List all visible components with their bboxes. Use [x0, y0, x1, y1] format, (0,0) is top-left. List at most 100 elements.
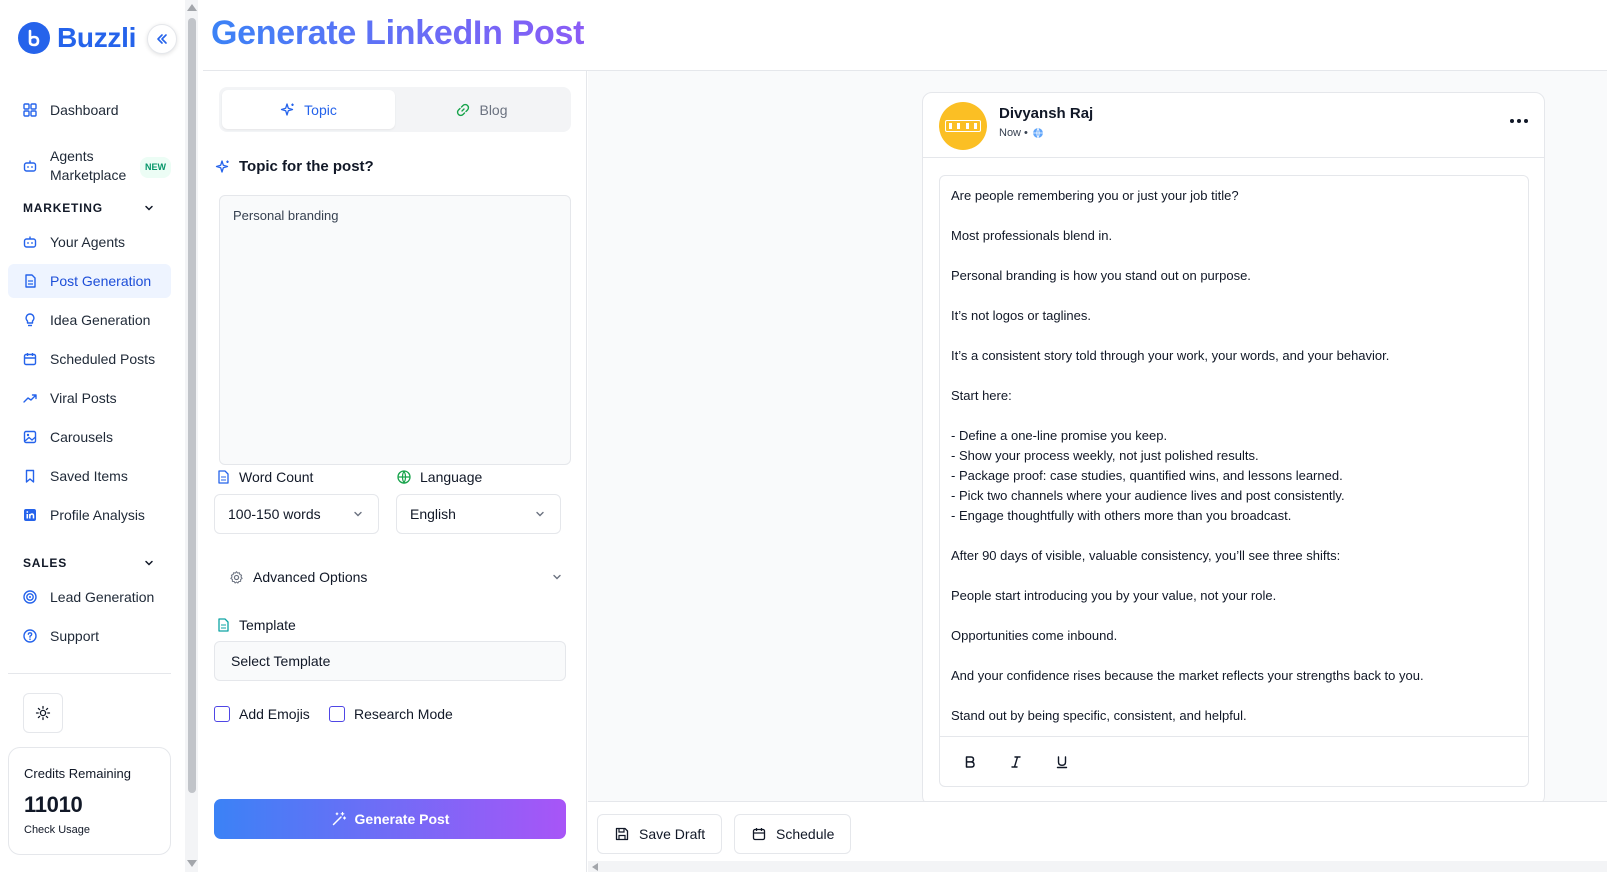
post-line: It’s a consistent story told through you… [951, 348, 1390, 363]
template-value: Select Template [231, 653, 331, 669]
post-line: After 90 days of visible, valuable consi… [951, 548, 1341, 563]
sidebar-item-your-agents[interactable]: Your Agents [8, 225, 171, 259]
italic-button[interactable] [1006, 752, 1026, 772]
language-value: English [410, 506, 456, 522]
post-line: And your confidence rises because the ma… [951, 668, 1424, 683]
tab-label: Topic [304, 101, 337, 118]
brand-logo[interactable]: Buzzli [18, 22, 136, 54]
save-draft-button[interactable]: Save Draft [597, 814, 723, 854]
brand-logo-icon [18, 22, 50, 54]
collapse-sidebar-button[interactable] [147, 24, 177, 54]
research-mode-checkbox-row[interactable]: Research Mode [329, 706, 453, 722]
underline-icon [1056, 755, 1068, 768]
sidebar-item-label: Carousels [50, 429, 114, 445]
word-count-select[interactable]: 100-150 words [214, 494, 379, 534]
section-label: MARKETING [23, 201, 103, 215]
template-label: Template [215, 617, 296, 633]
sidebar-item-idea-generation[interactable]: Idea Generation [8, 303, 171, 337]
schedule-label: Schedule [776, 826, 835, 842]
post-line: - Package proof: case studies, quantifie… [951, 468, 1343, 483]
sidebar-item-label-line2: Marketplace [50, 167, 127, 183]
sidebar-item-viral-posts[interactable]: Viral Posts [8, 381, 171, 415]
add-emojis-checkbox[interactable] [214, 706, 230, 722]
template-label-text: Template [239, 617, 296, 633]
chevrons-left-icon [157, 34, 167, 44]
theme-toggle-button[interactable] [23, 693, 63, 733]
sun-icon [35, 705, 51, 721]
post-content[interactable]: Are people remembering you or just your … [940, 176, 1528, 736]
gear-icon [230, 570, 243, 584]
sparkles-icon [281, 102, 294, 116]
avatar[interactable] [939, 102, 987, 150]
new-badge: NEW [140, 157, 171, 178]
research-mode-checkbox[interactable] [329, 706, 345, 722]
schedule-button[interactable]: Schedule [734, 814, 852, 854]
sidebar-item-support[interactable]: Support [8, 619, 171, 653]
bot-icon [23, 160, 37, 172]
sidebar-item-saved-items[interactable]: Saved Items [8, 459, 171, 493]
topic-label: Topic for the post? [215, 158, 374, 175]
sidebar-item-label: Viral Posts [50, 390, 117, 406]
tab-blog[interactable]: Blog [395, 90, 568, 129]
sidebar-item-lead-generation[interactable]: Lead Generation [8, 580, 171, 614]
globe-icon [1033, 127, 1043, 139]
post-line: Opportunities come inbound. [951, 628, 1118, 643]
advanced-options-toggle[interactable]: Advanced Options [229, 569, 563, 585]
chevron-down-icon [354, 511, 362, 517]
add-emojis-label: Add Emojis [239, 706, 310, 722]
advanced-options-label: Advanced Options [253, 569, 368, 585]
language-label: Language [396, 469, 482, 485]
post-line: Are people remembering you or just your … [951, 188, 1239, 203]
calendar-icon [23, 353, 37, 366]
save-draft-label: Save Draft [639, 826, 706, 842]
author-name[interactable]: Divyansh Raj [999, 105, 1093, 122]
generate-post-button[interactable]: Generate Post [214, 799, 566, 839]
page-title: Generate LinkedIn Post [211, 14, 585, 52]
italic-icon [1011, 755, 1021, 768]
scroll-up-arrow[interactable] [187, 4, 197, 11]
sidebar-item-profile-analysis[interactable]: Profile Analysis [8, 498, 171, 532]
sidebar-divider [8, 673, 171, 674]
sidebar-item-agents-marketplace[interactable]: Agents Marketplace NEW [8, 145, 171, 187]
language-select[interactable]: English [396, 494, 561, 534]
horizontal-scrollbar[interactable] [588, 861, 1607, 872]
sidebar-item-dashboard[interactable]: Dashboard [8, 93, 171, 127]
credits-card: Credits Remaining 11010 Check Usage [8, 747, 171, 855]
post-form-panel: Topic Blog Topic for the post? Word Coun… [203, 71, 587, 872]
editor-toolbar [940, 736, 1528, 786]
sidebar-item-scheduled-posts[interactable]: Scheduled Posts [8, 342, 171, 376]
add-emojis-checkbox-row[interactable]: Add Emojis [214, 706, 310, 722]
section-toggle-marketing[interactable]: MARKETING [23, 201, 155, 215]
sidebar-item-carousels[interactable]: Carousels [8, 420, 171, 454]
topic-label-text: Topic for the post? [239, 158, 374, 175]
credits-label: Credits Remaining [24, 766, 131, 781]
scroll-left-arrow[interactable] [592, 863, 598, 871]
sidebar-item-label: Saved Items [50, 468, 128, 484]
topic-input[interactable] [219, 195, 571, 465]
template-select[interactable]: Select Template [214, 641, 566, 681]
check-usage-link[interactable]: Check Usage [24, 824, 155, 836]
word-count-label-text: Word Count [239, 469, 314, 485]
section-toggle-sales[interactable]: SALES [23, 556, 155, 570]
sidebar-item-label: Agents Marketplace [50, 147, 126, 185]
post-line: - Engage thoughtfully with others more t… [951, 508, 1292, 523]
scroll-down-arrow[interactable] [187, 860, 197, 867]
post-editor[interactable]: Are people remembering you or just your … [939, 175, 1529, 787]
sidebar-item-label: Lead Generation [50, 589, 155, 605]
grid-icon [23, 103, 37, 117]
post-line: Most professionals blend in. [951, 228, 1113, 243]
more-options-icon[interactable] [1510, 119, 1528, 123]
tab-topic[interactable]: Topic [222, 90, 395, 129]
research-mode-label: Research Mode [354, 706, 453, 722]
bold-button[interactable] [960, 752, 980, 772]
link-icon [457, 103, 470, 116]
chevron-down-icon [145, 560, 153, 566]
chevron-down-icon [536, 511, 544, 517]
underline-button[interactable] [1052, 752, 1072, 772]
post-line: Personal branding is how you stand out o… [951, 268, 1251, 283]
linkedin-icon [24, 509, 36, 521]
sidebar-scrollbar-thumb[interactable] [188, 18, 196, 793]
chevron-down-icon [145, 205, 153, 211]
post-line: It’s not logos or taglines. [951, 308, 1091, 323]
sidebar-item-post-generation[interactable]: Post Generation [8, 264, 171, 298]
